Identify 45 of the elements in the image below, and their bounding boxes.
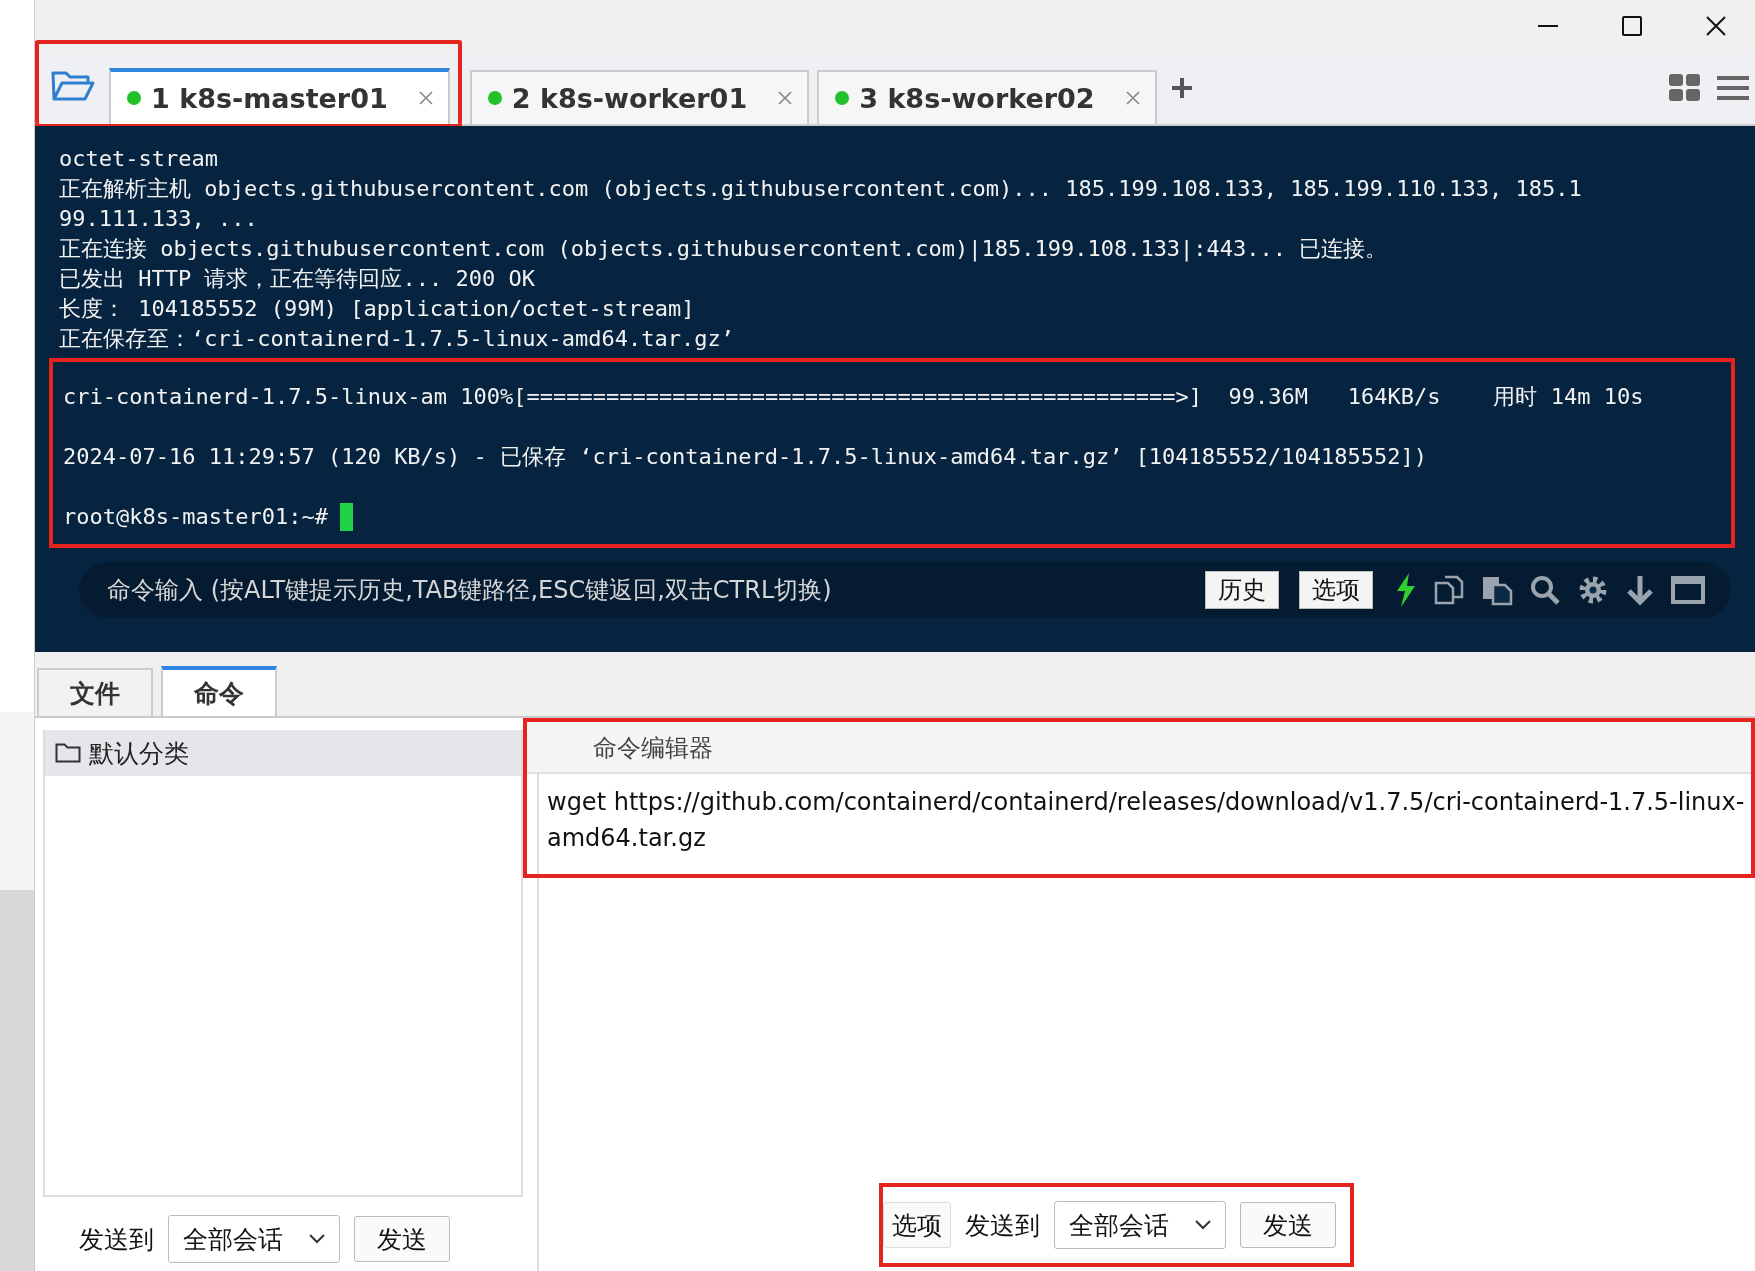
terminal-line: 99.111.133, ... <box>59 205 259 233</box>
history-button[interactable]: 历史 <box>1205 571 1279 609</box>
session-tab[interactable]: 1 k8s-master01 <box>109 68 450 124</box>
plus-icon[interactable] <box>1170 77 1193 99</box>
session-dropdown[interactable]: 全部会话 <box>1054 1201 1226 1249</box>
terminal-line: 正在解析主机 objects.githubusercontent.com (objects.githubusercontent.com)... 185.199.108.133, 185.199.110.133, 185.1 <box>59 175 1583 203</box>
menu-icon[interactable] <box>1717 75 1749 101</box>
download-icon[interactable] <box>1625 574 1655 606</box>
terminal-line: 已发出 HTTP 请求，正在等待回应... 200 OK <box>59 265 536 293</box>
command-placeholder: 命令输入 (按ALT键提示历史,TAB键路径,ESC键返回,双击CTRL切换) <box>107 575 832 606</box>
category-item[interactable]: 默认分类 <box>45 730 521 776</box>
settings-icon[interactable] <box>1577 574 1609 606</box>
options-button[interactable]: 选项 <box>883 1202 951 1248</box>
copy-icon[interactable] <box>1433 574 1465 606</box>
terminal-line: 正在连接 objects.githubusercontent.com (objects.githubusercontent.com)|185.199.108.133|:443... 已连接。 <box>59 235 1389 264</box>
caret-icon <box>309 1234 325 1244</box>
search-icon[interactable] <box>1529 574 1561 606</box>
close-icon[interactable] <box>1705 15 1727 37</box>
panel-tab[interactable]: 命令 <box>161 666 277 716</box>
command-input-field[interactable]: 命令输入 (按ALT键提示历史,TAB键路径,ESC键返回,双击CTRL切换) 历史 选项 <box>79 562 1731 618</box>
grid-icon[interactable] <box>1669 74 1701 102</box>
session-tab[interactable]: 2 k8s-worker01 <box>469 70 810 124</box>
options-button[interactable]: 选项 <box>1299 571 1373 609</box>
folder-icon <box>55 742 81 764</box>
paste-icon[interactable] <box>1481 574 1513 606</box>
terminal-line: cri-containerd-1.7.5-linux-am 100%[=================================================>] 99.36M 164KB/s 用时 14m 10s <box>63 383 1645 411</box>
maximize-icon[interactable] <box>1621 15 1643 37</box>
panel-tab[interactable]: 文件 <box>37 668 153 716</box>
send-button[interactable]: 发送 <box>354 1216 450 1262</box>
session-tab[interactable]: 3 k8s-worker02 <box>817 70 1157 124</box>
send-to-label: 发送到 <box>79 1223 154 1256</box>
session-dropdown[interactable]: 全部会话 <box>168 1215 340 1263</box>
command-editor-field[interactable]: wget https://github.com/containerd/containerd/releases/download/v1.7.5/cri-containerd-1.7.5-linux-amd64.tar.gz <box>527 774 1751 874</box>
terminal-line: 正在保存至：‘cri-containerd-1.7.5-linux-amd64.tar.gz’ <box>59 325 736 353</box>
terminal-line: octet-stream <box>59 145 219 173</box>
lightning-icon[interactable] <box>1395 573 1417 607</box>
send-button[interactable]: 发送 <box>1240 1202 1336 1248</box>
shell-prompt: root@k8s-master01:~# <box>63 503 328 531</box>
terminal[interactable] <box>35 126 1755 652</box>
send-to-label: 发送到 <box>965 1209 1040 1242</box>
caret-icon <box>1195 1220 1211 1230</box>
window-icon[interactable] <box>1671 576 1705 604</box>
terminal-line: 长度： 104185552 (99M) [application/octet-stream] <box>59 295 696 323</box>
editor-title: 命令编辑器 <box>527 722 1751 774</box>
terminal-line: 2024-07-16 11:29:57 (120 KB/s) - 已保存 ‘cri-containerd-1.7.5-linux-amd64.tar.gz’ [104185552/104185552]) <box>63 443 1429 471</box>
